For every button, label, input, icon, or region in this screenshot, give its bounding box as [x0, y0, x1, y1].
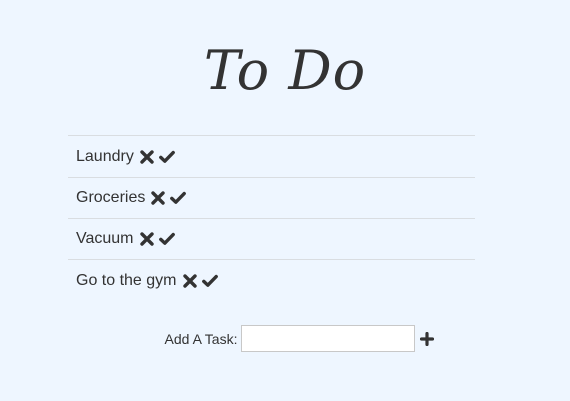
- task-item: Vacuum: [68, 218, 475, 259]
- task-label: Go to the gym: [76, 271, 177, 289]
- add-task-label: Add A Task:: [164, 330, 238, 347]
- add-task-form: Add A Task:: [0, 325, 570, 352]
- complete-task-icon[interactable]: [201, 273, 218, 289]
- task-item: Groceries: [68, 177, 475, 218]
- task-item: Go to the gym: [68, 259, 475, 301]
- complete-task-icon[interactable]: [170, 190, 187, 206]
- add-task-input[interactable]: [241, 325, 416, 352]
- delete-task-icon[interactable]: [139, 231, 155, 247]
- task-list: Laundry Groceries Vacuum Go to the gym: [68, 135, 475, 301]
- task-label: Vacuum: [76, 230, 134, 247]
- complete-task-icon[interactable]: [158, 149, 175, 165]
- complete-task-icon[interactable]: [158, 231, 175, 247]
- delete-task-icon[interactable]: [182, 273, 198, 289]
- delete-task-icon[interactable]: [150, 190, 166, 206]
- plus-icon[interactable]: [419, 331, 435, 347]
- task-item: Laundry: [68, 135, 475, 177]
- task-label: Laundry: [76, 147, 134, 165]
- task-label: Groceries: [76, 189, 146, 206]
- delete-task-icon[interactable]: [139, 149, 155, 165]
- page-title: To Do: [203, 39, 367, 102]
